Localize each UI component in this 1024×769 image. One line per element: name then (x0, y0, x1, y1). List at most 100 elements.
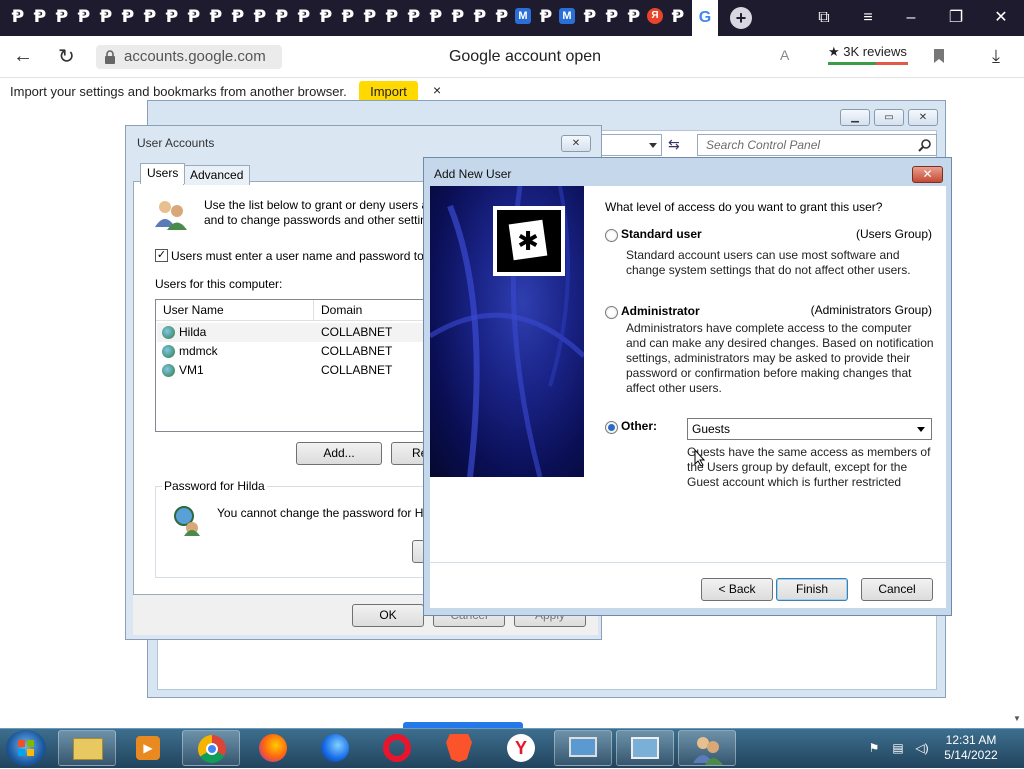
pinned-tab[interactable]: Ᵽ (295, 7, 313, 27)
pinned-tab[interactable]: Ᵽ (207, 7, 225, 27)
search-icon[interactable] (918, 138, 932, 152)
opera-taskbar-icon[interactable] (368, 730, 426, 766)
tab-search-icon[interactable]: ⧉ (812, 6, 836, 30)
address-dropdown[interactable] (600, 134, 662, 156)
standard-user-radio[interactable] (605, 229, 618, 242)
firefox-taskbar-icon[interactable] (244, 730, 302, 766)
start-button[interactable] (6, 730, 46, 766)
download-icon[interactable]: ⤓ (992, 46, 1000, 67)
cp-minimize-button[interactable]: ▁ (840, 109, 870, 126)
remove-user-button[interactable]: Re (391, 442, 425, 465)
action-center-icon[interactable]: ⚑ (866, 740, 882, 756)
cp-maximize-button[interactable]: ▭ (874, 109, 904, 126)
pinned-tab[interactable]: Ᵽ (317, 7, 335, 27)
pinned-tab[interactable]: Ᵽ (53, 7, 71, 27)
add-user-button[interactable]: Add... (296, 442, 382, 465)
media-player-taskbar-icon[interactable]: ▶ (120, 730, 178, 766)
page-title: Google account open (448, 48, 602, 65)
ok-button[interactable]: OK (352, 604, 424, 627)
control-panel-taskbar-icon[interactable] (616, 730, 674, 766)
network-taskbar-icon[interactable] (554, 730, 612, 766)
menu-icon[interactable]: ≡ (856, 6, 880, 30)
administrator-radio[interactable] (605, 306, 618, 319)
bookmark-icon[interactable] (933, 48, 945, 64)
pinned-tab[interactable]: Ᵽ (581, 7, 599, 27)
pinned-tab[interactable]: Ᵽ (339, 7, 357, 27)
network-tray-icon[interactable]: ▤ (890, 740, 906, 756)
ua-close-button[interactable]: ✕ (561, 135, 591, 152)
pinned-tab[interactable]: Ᵽ (141, 7, 159, 27)
administrator-group: (Administrators Group) (810, 303, 932, 317)
pinned-tab[interactable]: Ᵽ (471, 7, 489, 27)
info-bar-close-icon[interactable]: × (433, 82, 441, 98)
tab-advanced[interactable]: Advanced (183, 165, 251, 185)
administrator-desc-1: Administrators have complete access to t… (626, 321, 912, 335)
pinned-tab[interactable]: Ᵽ (185, 7, 203, 27)
column-header-username[interactable]: User Name (156, 300, 314, 321)
reload-icon[interactable]: ↻ (58, 44, 75, 69)
pinned-tab[interactable]: Ᵽ (229, 7, 247, 27)
minimize-icon[interactable]: – (899, 6, 923, 30)
pinned-tab[interactable]: Ᵽ (603, 7, 621, 27)
other-group-select[interactable]: Guests (687, 418, 932, 440)
other-label: Other: (621, 419, 657, 433)
add-user-close-button[interactable]: ✕ (912, 166, 943, 183)
explorer-taskbar-icon[interactable] (58, 730, 116, 766)
pinned-tab[interactable]: Ᵽ (31, 7, 49, 27)
pinned-tab-m[interactable]: M (559, 8, 575, 24)
pinned-tab[interactable]: Ᵽ (163, 7, 181, 27)
yandex-taskbar-icon[interactable]: Y (492, 730, 550, 766)
table-row[interactable]: VM1 COLLABNET (157, 361, 423, 380)
pinned-tab[interactable]: Ᵽ (383, 7, 401, 27)
brave-taskbar-icon[interactable] (430, 730, 488, 766)
control-panel-search[interactable]: Search Control Panel (697, 134, 937, 156)
new-tab-button[interactable]: + (730, 7, 752, 29)
chrome-taskbar-icon[interactable] (182, 730, 240, 766)
finish-button[interactable]: Finish (776, 578, 848, 601)
access-question: What level of access do you want to gran… (605, 200, 883, 214)
back-button[interactable]: < Back (701, 578, 773, 601)
firefox-dev-taskbar-icon[interactable] (306, 730, 364, 766)
pinned-tab[interactable]: Ᵽ (75, 7, 93, 27)
other-radio[interactable] (605, 421, 618, 434)
pinned-tab[interactable]: Ᵽ (625, 7, 643, 27)
must-enter-checkbox[interactable]: ✓ (155, 249, 168, 262)
volume-icon[interactable]: ◁) (914, 740, 930, 756)
pinned-tab[interactable]: Ᵽ (273, 7, 291, 27)
column-header-domain[interactable]: Domain (314, 300, 424, 321)
pinned-tab[interactable]: Ᵽ (405, 7, 423, 27)
translate-icon[interactable]: A (780, 47, 789, 63)
reviews-badge[interactable]: ★ 3K reviews (828, 43, 908, 65)
tab-users[interactable]: Users (140, 163, 186, 184)
pinned-tab[interactable]: Ᵽ (669, 7, 687, 27)
page-scrollbar[interactable]: ▼ (1010, 104, 1024, 728)
refresh-icon[interactable]: ⇆ (668, 136, 680, 153)
pinned-tab-y[interactable]: Я (647, 8, 663, 24)
pinned-tab[interactable]: Ᵽ (449, 7, 467, 27)
back-arrow-icon[interactable]: ← (13, 45, 33, 68)
cancel-button[interactable]: Cancel (861, 578, 933, 601)
pinned-tab[interactable]: Ᵽ (251, 7, 269, 27)
pinned-tab[interactable]: Ᵽ (9, 7, 27, 27)
administrator-desc-5: affect other users. (626, 381, 722, 395)
url-field[interactable]: accounts.google.com (96, 45, 282, 69)
cp-close-button[interactable]: ✕ (908, 109, 938, 126)
users-for-computer-label: Users for this computer: (155, 277, 283, 291)
pinned-tab[interactable]: Ᵽ (427, 7, 445, 27)
table-row[interactable]: mdmck COLLABNET (157, 342, 423, 361)
user-accounts-taskbar-icon[interactable] (678, 730, 736, 766)
pinned-tab[interactable]: Ᵽ (537, 7, 555, 27)
active-tab-google[interactable]: G (692, 0, 718, 36)
pinned-tab[interactable]: Ᵽ (493, 7, 511, 27)
clock[interactable]: 12:31 AM 5/14/2022 (936, 733, 1006, 763)
pinned-tab[interactable]: Ᵽ (361, 7, 379, 27)
lock-icon[interactable] (104, 50, 116, 64)
pinned-tab[interactable]: Ᵽ (97, 7, 115, 27)
restore-icon[interactable]: ❐ (944, 6, 968, 30)
pinned-tab[interactable]: Ᵽ (119, 7, 137, 27)
pinned-tab-m[interactable]: M (515, 8, 531, 24)
close-browser-icon[interactable]: ✕ (989, 6, 1013, 30)
administrator-label: Administrator (621, 304, 700, 318)
table-row[interactable]: Hilda COLLABNET (157, 323, 423, 342)
user-password-icon (170, 504, 202, 536)
